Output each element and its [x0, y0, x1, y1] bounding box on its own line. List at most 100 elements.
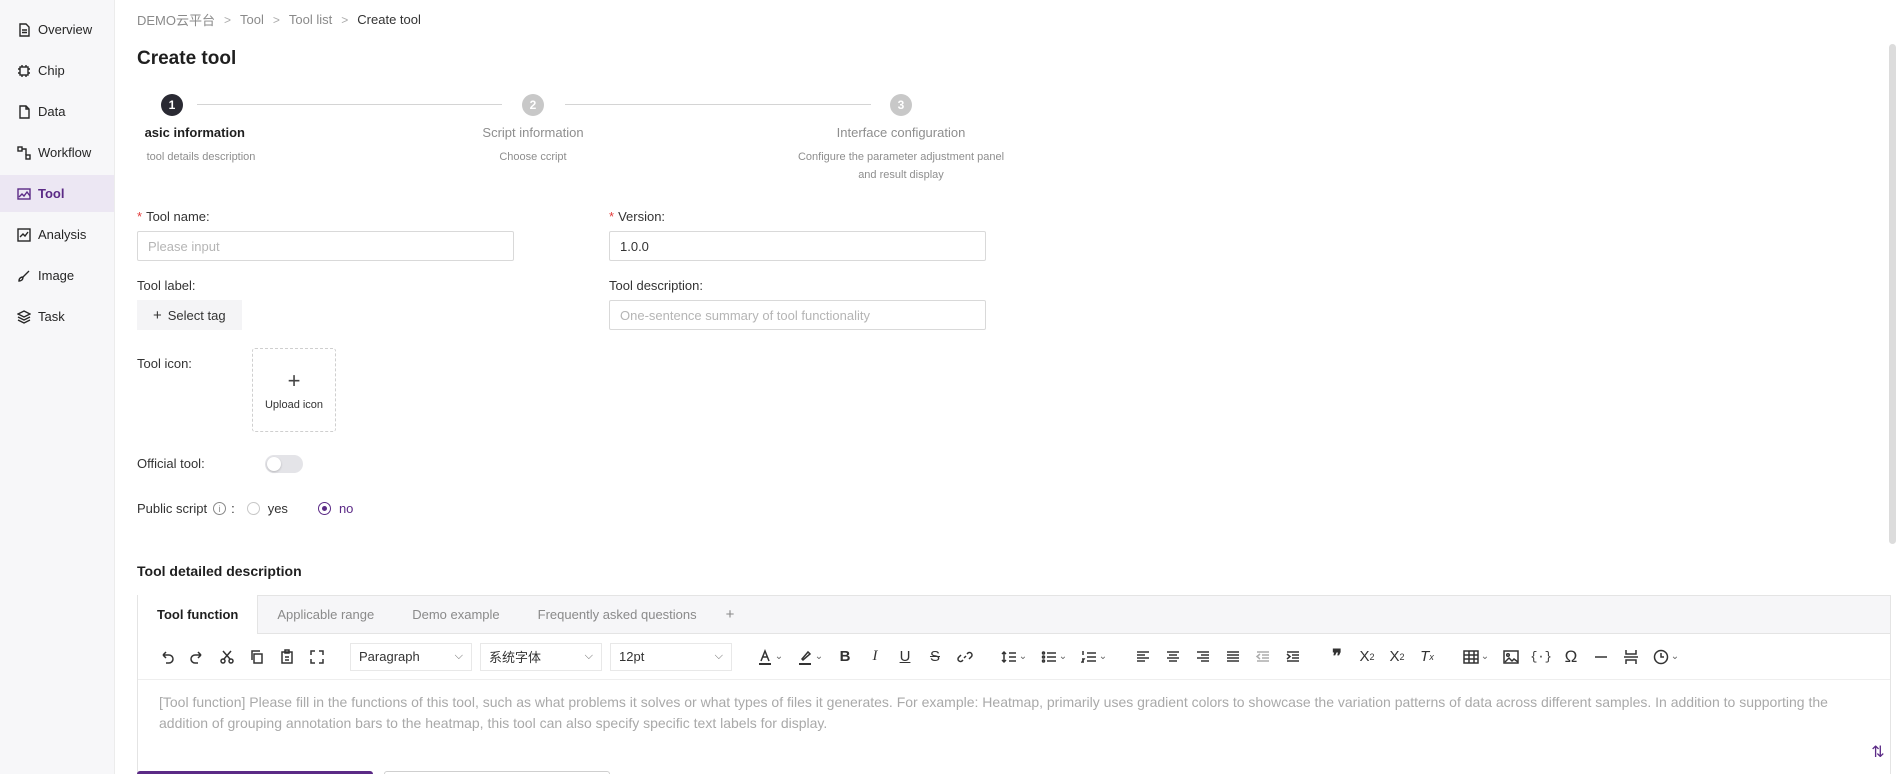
tab-tool-function[interactable]: Tool function [138, 595, 259, 634]
copy-icon[interactable] [242, 642, 272, 672]
page-title: Create tool [137, 48, 237, 69]
info-icon[interactable]: i [213, 502, 227, 515]
document-icon [17, 22, 31, 37]
breadcrumb: DEMO云平台 > Tool > Tool list > Create tool [137, 10, 421, 29]
step-number: 3 [890, 94, 912, 116]
toggle-knob [267, 457, 281, 471]
version-label: * Version: [609, 209, 666, 224]
redo-icon[interactable] [182, 642, 212, 672]
public-script-no-radio[interactable]: no [317, 501, 353, 516]
numbered-list-icon[interactable] [1074, 642, 1114, 672]
add-tab-button[interactable]: + [716, 595, 745, 633]
bullet-list-icon[interactable] [1034, 642, 1074, 672]
official-tool-toggle[interactable] [265, 455, 303, 473]
step-description: Configure the parameter adjustment panel… [797, 151, 1005, 181]
official-tool-label: Official tool: [137, 456, 205, 471]
sidebar-item-label: Image [38, 268, 75, 283]
step-description: tool details description [146, 151, 256, 163]
table-icon[interactable] [1456, 642, 1496, 672]
font-color-icon[interactable] [750, 642, 790, 672]
breadcrumb-item[interactable]: DEMO云平台 [137, 10, 215, 29]
align-right-icon[interactable] [1188, 642, 1218, 672]
brush-icon [17, 269, 31, 283]
align-left-icon[interactable] [1128, 642, 1158, 672]
upload-icon-button[interactable]: + Upload icon [252, 348, 336, 432]
description-tabs: Tool function Applicable range Demo exam… [138, 595, 1890, 634]
align-center-icon[interactable] [1158, 642, 1188, 672]
sidebar-item-image[interactable]: Image [0, 257, 114, 294]
undo-icon[interactable] [152, 642, 182, 672]
highlight-icon[interactable] [790, 642, 830, 672]
editor-toolbar: Paragraph⌵ 系统字体⌵ 12pt⌵ B I U S ❞ X2 [138, 634, 1890, 680]
breadcrumb-current: Create tool [357, 12, 421, 27]
subscript-icon[interactable]: X2 [1352, 642, 1382, 672]
tab-demo-example[interactable]: Demo example [393, 595, 518, 633]
step-title: Interface configuration [836, 125, 966, 140]
breadcrumb-item[interactable]: Tool list [289, 12, 332, 27]
tool-description-label: Tool description: [609, 278, 703, 293]
step-interface-configuration[interactable]: 3 Interface configuration Configure the … [771, 94, 1031, 184]
blockquote-icon[interactable]: ❞ [1322, 642, 1352, 672]
clock-icon[interactable] [1646, 642, 1686, 672]
plus-icon: + [287, 367, 301, 393]
breadcrumb-item[interactable]: Tool [240, 12, 264, 27]
tool-label-label: Tool label: [137, 278, 196, 293]
sidebar-item-overview[interactable]: Overview [0, 11, 114, 48]
cut-icon[interactable] [212, 642, 242, 672]
clear-format-icon[interactable]: Tx [1412, 642, 1442, 672]
tool-name-label: * Tool name: [137, 209, 210, 224]
bold-icon[interactable]: B [830, 642, 860, 672]
layers-icon [17, 309, 31, 324]
tool-name-input[interactable] [137, 231, 514, 261]
step-description: Choose ccript [499, 151, 567, 163]
font-family-select[interactable]: 系统字体 ⌵ [480, 642, 602, 671]
superscript-icon[interactable]: X2 [1382, 642, 1412, 672]
tab-faq[interactable]: Frequently asked questions [519, 595, 716, 633]
horizontal-rule-icon[interactable] [1586, 642, 1616, 672]
step-number: 2 [522, 94, 544, 116]
sidebar-item-task[interactable]: Task [0, 298, 114, 335]
version-input[interactable] [609, 231, 986, 261]
step-basic-information[interactable]: 1 asic information tool details descript… [42, 94, 302, 166]
sort-toggle-icon[interactable]: ⇅ [1864, 738, 1892, 766]
file-icon [17, 104, 31, 119]
sidebar-item-chip[interactable]: Chip [0, 52, 114, 89]
step-script-information[interactable]: 2 Script information Choose ccript [403, 94, 663, 166]
font-size-select[interactable]: 12pt ⌵ [610, 642, 732, 671]
italic-icon[interactable]: I [860, 642, 890, 672]
paragraph-select[interactable]: Paragraph ⌵ [350, 642, 472, 671]
scrollbar[interactable] [1889, 44, 1896, 544]
plus-icon: + [153, 306, 162, 324]
paste-icon[interactable] [272, 642, 302, 672]
page-break-icon[interactable] [1616, 642, 1646, 672]
select-tag-button[interactable]: + Select tag [137, 300, 242, 330]
line-height-icon[interactable] [994, 642, 1034, 672]
sidebar-item-tool[interactable]: Tool [0, 175, 114, 212]
image-icon[interactable] [1496, 642, 1526, 672]
detailed-description-title: Tool detailed description [137, 563, 302, 579]
chevron-right-icon: > [224, 12, 232, 27]
image-tool-icon [17, 187, 31, 201]
step-title: asic information [144, 125, 245, 140]
code-icon[interactable]: {·} [1526, 642, 1556, 672]
step-title: Script information [482, 125, 584, 140]
main-content: DEMO云平台 > Tool > Tool list > Create tool… [137, 0, 1902, 774]
rich-text-editor: Tool function Applicable range Demo exam… [137, 595, 1891, 774]
chevron-right-icon: > [272, 12, 280, 27]
sidebar-item-analysis[interactable]: Analysis [0, 216, 114, 253]
link-icon[interactable] [950, 642, 980, 672]
chevron-down-icon: ⌵ [584, 650, 593, 662]
special-character-icon[interactable]: Ω [1556, 642, 1586, 672]
sidebar-item-label: Tool [38, 186, 65, 201]
strikethrough-icon[interactable]: S [920, 642, 950, 672]
public-script-yes-radio[interactable]: yes [246, 501, 288, 516]
tab-applicable-range[interactable]: Applicable range [258, 595, 393, 633]
sidebar-item-label: Analysis [38, 227, 87, 242]
indent-icon[interactable] [1278, 642, 1308, 672]
underline-icon[interactable]: U [890, 642, 920, 672]
fullscreen-icon[interactable] [302, 642, 332, 672]
editor-content[interactable]: [Tool function] Please fill in the funct… [138, 680, 1890, 746]
tool-description-input[interactable] [609, 300, 986, 330]
outdent-icon[interactable] [1248, 642, 1278, 672]
align-justify-icon[interactable] [1218, 642, 1248, 672]
